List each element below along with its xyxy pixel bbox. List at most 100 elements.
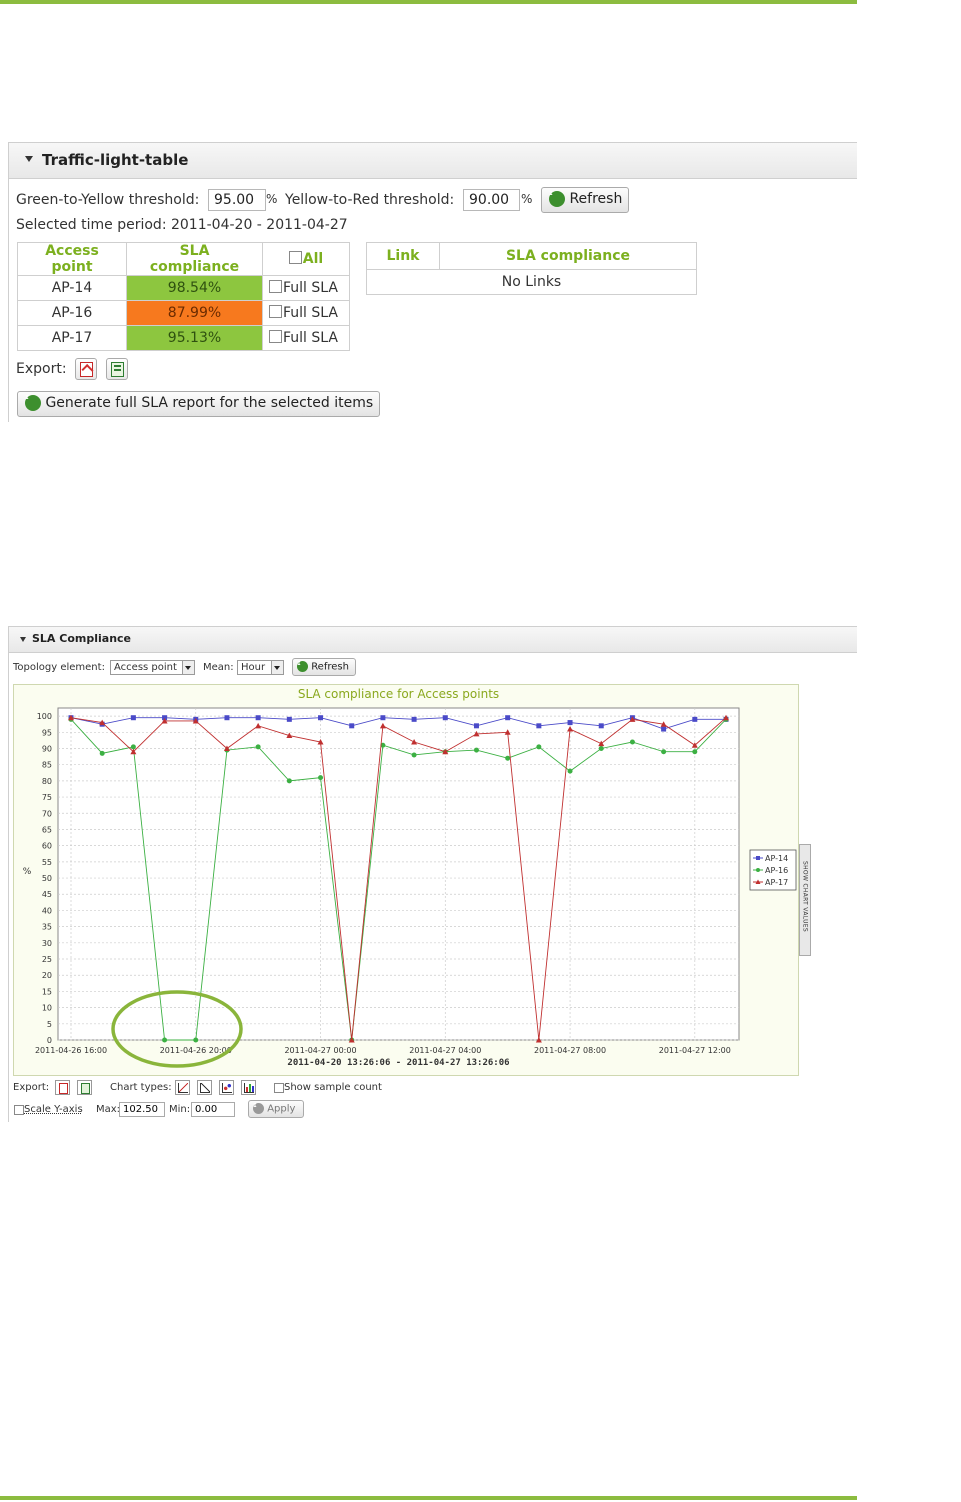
dropdown-arrow-icon[interactable] bbox=[271, 661, 283, 674]
data-point bbox=[380, 715, 386, 721]
selected-period: Selected time period: 2011-04-20 - 2011-… bbox=[16, 217, 348, 233]
ap-name: AP-16 bbox=[17, 300, 127, 326]
full-sla-label: Full SLA bbox=[283, 305, 338, 321]
full-sla-cell[interactable]: Full SLA bbox=[262, 325, 350, 351]
max-input[interactable] bbox=[119, 1102, 165, 1117]
refresh-icon bbox=[25, 395, 41, 411]
y-tick-label: 35 bbox=[42, 923, 52, 932]
plot-area bbox=[57, 707, 740, 1041]
min-input[interactable] bbox=[191, 1102, 235, 1117]
line-chart-type-icon[interactable] bbox=[175, 1080, 190, 1095]
y-tick-label: 55 bbox=[42, 858, 52, 867]
max-label: Max: bbox=[96, 1104, 121, 1115]
sla-value: 87.99% bbox=[126, 300, 263, 326]
y-tick-label: 15 bbox=[42, 987, 52, 996]
col-link: Link bbox=[366, 242, 440, 270]
y-tick-label: 100 bbox=[37, 712, 52, 721]
legend-label: AP-16 bbox=[765, 866, 788, 875]
x-tick-label: 2011-04-27 08:00 bbox=[534, 1046, 606, 1055]
refresh-button[interactable]: Refresh bbox=[541, 187, 629, 213]
data-point bbox=[567, 768, 573, 774]
scale-y-label: Scale Y-axis bbox=[24, 1104, 83, 1115]
sla-line-chart: SLA compliance for Access points 0 5 10 15 20… bbox=[23, 687, 797, 1068]
y-tick-label: 25 bbox=[42, 955, 52, 964]
full-sla-label: Full SLA bbox=[283, 280, 338, 296]
export-label: Export: bbox=[16, 361, 67, 377]
generate-report-button[interactable]: Generate full SLA report for the selecte… bbox=[17, 391, 380, 417]
data-point bbox=[661, 749, 667, 755]
bar-chart-type-icon[interactable] bbox=[241, 1080, 256, 1095]
topology-select[interactable]: Access point bbox=[110, 660, 195, 675]
top-rule bbox=[0, 0, 857, 4]
chart-refresh-button[interactable]: Refresh bbox=[292, 658, 356, 676]
sla-value: 98.54% bbox=[126, 275, 263, 301]
point-chart-type-icon[interactable] bbox=[219, 1080, 234, 1095]
y-tick-label: 5 bbox=[47, 1020, 52, 1029]
full-sla-checkbox[interactable] bbox=[269, 330, 282, 343]
yellow-red-label: Yellow-to-Red threshold: bbox=[285, 192, 455, 208]
table-row: AP-17 95.13% Full SLA bbox=[17, 325, 350, 351]
sla-value: 95.13% bbox=[126, 325, 263, 351]
chart-title: SLA compliance for Access points bbox=[298, 687, 499, 701]
side-tab-label: SHOW CHART VALUES bbox=[801, 861, 809, 932]
full-sla-checkbox[interactable] bbox=[269, 280, 282, 293]
y-tick-label: 45 bbox=[42, 890, 52, 899]
sla-compliance-panel: SLA Compliance Topology element: Access … bbox=[8, 626, 857, 1122]
chart-area: SLA compliance for Access points 0 5 10 15 20… bbox=[13, 684, 799, 1076]
mean-select[interactable]: Hour bbox=[237, 660, 284, 675]
show-sample-checkbox[interactable] bbox=[274, 1083, 284, 1093]
data-point bbox=[629, 739, 635, 745]
data-point bbox=[692, 716, 698, 722]
panel-border bbox=[8, 652, 9, 1122]
apply-button[interactable]: Apply bbox=[248, 1100, 304, 1118]
collapse-triangle-icon[interactable] bbox=[25, 156, 33, 162]
full-sla-checkbox[interactable] bbox=[269, 305, 282, 318]
sla-panel-header[interactable]: SLA Compliance bbox=[8, 626, 857, 653]
show-chart-values-tab[interactable]: SHOW CHART VALUES bbox=[799, 844, 811, 956]
traffic-panel-header[interactable]: Traffic-light-table bbox=[8, 142, 857, 179]
ap-name: AP-17 bbox=[17, 325, 127, 351]
data-point bbox=[224, 715, 230, 721]
link-table: Link SLA compliance No Links bbox=[366, 242, 697, 295]
percent-label: % bbox=[266, 192, 278, 206]
green-yellow-input[interactable] bbox=[208, 189, 266, 211]
scale-y-checkbox[interactable] bbox=[14, 1105, 24, 1115]
mean-value: Hour bbox=[241, 662, 266, 673]
legend-label: AP-17 bbox=[765, 878, 788, 887]
full-sla-cell[interactable]: Full SLA bbox=[262, 275, 350, 301]
data-point bbox=[255, 744, 261, 750]
col-all[interactable]: All bbox=[262, 242, 350, 276]
select-all-checkbox[interactable] bbox=[288, 251, 302, 264]
y-tick-label: 85 bbox=[42, 761, 52, 770]
show-sample-label: Show sample count bbox=[284, 1082, 382, 1093]
scatter-chart-type-icon[interactable] bbox=[197, 1080, 212, 1095]
y-tick-label: 20 bbox=[42, 971, 52, 980]
table-row: AP-14 98.54% Full SLA bbox=[17, 275, 350, 301]
excel-export-icon[interactable] bbox=[106, 358, 128, 380]
pdf-export-icon[interactable] bbox=[55, 1080, 70, 1095]
excel-export-icon[interactable] bbox=[77, 1080, 92, 1095]
full-sla-cell[interactable]: Full SLA bbox=[262, 300, 350, 326]
data-point bbox=[318, 775, 324, 781]
no-links-message: No Links bbox=[366, 269, 697, 295]
data-point bbox=[162, 1037, 168, 1043]
data-point bbox=[286, 778, 292, 784]
dropdown-arrow-icon[interactable] bbox=[182, 661, 194, 674]
green-yellow-label: Green-to-Yellow threshold: bbox=[16, 192, 200, 208]
y-tick-label: 50 bbox=[42, 874, 52, 883]
legend-label: AP-14 bbox=[765, 854, 788, 863]
mean-label: Mean: bbox=[203, 662, 234, 673]
y-tick-label: 40 bbox=[42, 906, 52, 915]
y-tick-label: 75 bbox=[42, 793, 52, 802]
collapse-triangle-icon[interactable] bbox=[20, 637, 26, 642]
pdf-export-icon[interactable] bbox=[75, 358, 97, 380]
data-point bbox=[505, 715, 511, 721]
y-tick-label: 10 bbox=[42, 1004, 52, 1013]
x-axis-label: 2011-04-20 13:26:06 - 2011-04-27 13:26:0… bbox=[287, 1058, 509, 1068]
data-point bbox=[536, 744, 542, 750]
yellow-red-input[interactable] bbox=[463, 189, 520, 211]
bottom-rule bbox=[0, 1496, 857, 1500]
data-point bbox=[692, 749, 698, 755]
access-point-table: Access point SLA compliance All AP-14 98… bbox=[17, 242, 350, 351]
table-row: AP-16 87.99% Full SLA bbox=[17, 300, 350, 326]
